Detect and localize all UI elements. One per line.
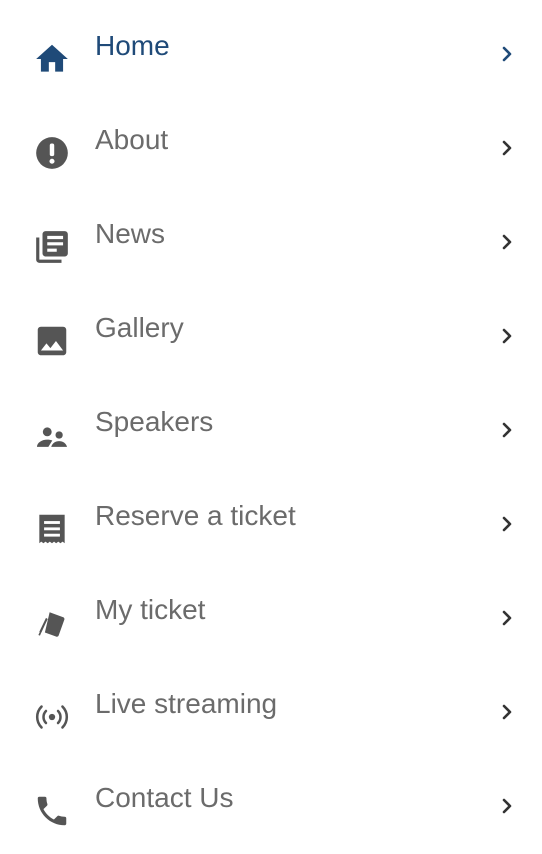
menu-item-label: News <box>95 218 166 249</box>
menu-item-label: Live streaming <box>95 688 278 719</box>
image-icon <box>33 322 71 360</box>
chevron-right-icon <box>495 700 519 724</box>
receipt-icon <box>33 510 71 548</box>
menu-item-home[interactable]: Home <box>0 8 542 102</box>
chevron-right-icon <box>495 324 519 348</box>
menu-item-live-streaming[interactable]: Live streaming <box>0 666 542 760</box>
chevron-right-icon <box>495 42 519 66</box>
menu-item-label: Reserve a ticket <box>95 500 296 531</box>
info-alert-icon <box>33 134 71 172</box>
side-menu: Home About News Gallery Speakers Reserve… <box>0 0 542 832</box>
chevron-right-icon <box>495 606 519 630</box>
menu-item-label: Gallery <box>95 312 184 343</box>
broadcast-icon <box>33 698 71 736</box>
menu-item-speakers[interactable]: Speakers <box>0 384 542 478</box>
menu-item-label: Home <box>95 30 170 61</box>
phone-icon <box>33 792 71 830</box>
home-icon <box>33 40 71 78</box>
chevron-right-icon <box>495 230 519 254</box>
menu-item-reserve-ticket[interactable]: Reserve a ticket <box>0 478 542 572</box>
menu-item-label: Speakers <box>95 406 214 437</box>
menu-item-news[interactable]: News <box>0 196 542 290</box>
people-icon <box>33 416 71 454</box>
menu-item-label: Contact Us <box>95 782 234 813</box>
menu-item-my-ticket[interactable]: My ticket <box>0 572 542 666</box>
chevron-right-icon <box>495 794 519 818</box>
menu-item-gallery[interactable]: Gallery <box>0 290 542 384</box>
chevron-right-icon <box>495 136 519 160</box>
ticket-icon <box>33 604 71 642</box>
chevron-right-icon <box>495 418 519 442</box>
newspaper-icon <box>33 228 71 266</box>
menu-item-contact-us[interactable]: Contact Us <box>0 760 542 854</box>
menu-item-about[interactable]: About <box>0 102 542 196</box>
menu-item-label: My ticket <box>95 594 206 625</box>
menu-item-label: About <box>95 124 169 155</box>
chevron-right-icon <box>495 512 519 536</box>
